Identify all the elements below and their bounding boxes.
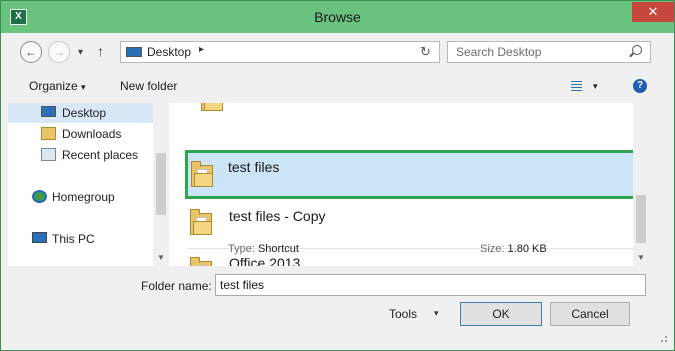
scroll-down-arrow[interactable]: ▼	[633, 252, 649, 264]
address-location[interactable]: Desktop	[147, 45, 191, 59]
file-type-value: Shortcut	[257, 243, 299, 255]
file-list-scroll-thumb[interactable]	[636, 195, 646, 243]
sidebar-item-downloads[interactable]: Downloads	[8, 124, 153, 144]
title-bar[interactable]: X Browse ✕	[1, 1, 674, 33]
forward-button[interactable]: →	[48, 41, 70, 63]
file-name: Office 2013	[229, 255, 301, 266]
views-icon[interactable]	[571, 80, 582, 92]
tools-button[interactable]: Tools	[389, 307, 417, 321]
downloads-icon	[41, 127, 56, 140]
homegroup-icon	[32, 190, 47, 203]
folder-icon	[201, 103, 225, 111]
sidebar-item-label: Downloads	[62, 127, 122, 141]
views-dropdown[interactable]: ▾	[593, 81, 598, 92]
back-button[interactable]: ←	[20, 41, 42, 63]
desktop-icon	[126, 47, 142, 57]
folder-icon	[191, 161, 215, 187]
search-box[interactable]	[447, 41, 651, 63]
this-pc-icon	[32, 232, 47, 243]
file-list-scrollbar[interactable]: ▼	[633, 103, 649, 266]
sidebar-item-recent-places[interactable]: Recent places	[8, 145, 153, 165]
up-button[interactable]: ↑	[97, 44, 104, 58]
organize-button[interactable]: Organize ▾	[29, 79, 86, 93]
sidebar-item-label: Recent places	[62, 148, 139, 162]
help-icon[interactable]: ?	[633, 79, 647, 93]
window-title: Browse	[314, 9, 361, 25]
file-size-value: 1.80 KB	[507, 243, 547, 255]
file-type: Type: Shortcut	[228, 243, 299, 255]
chevron-down-icon: ▾	[81, 82, 86, 92]
address-bar[interactable]: Desktop ▸ ↻	[120, 41, 440, 63]
navigation-pane: Desktop Downloads Recent places Homegrou…	[8, 103, 169, 266]
sidebar-item-label: Desktop	[62, 106, 107, 120]
recent-places-icon	[41, 148, 56, 161]
folder-icon	[190, 209, 214, 235]
sidebar-item-homegroup[interactable]: Homegroup	[8, 187, 153, 207]
sidebar-scrollbar[interactable]: ▼	[153, 103, 169, 266]
sidebar-item-label: Homegroup	[52, 190, 115, 204]
file-name: test files - Copy	[229, 208, 326, 224]
sidebar-item-desktop[interactable]: Desktop	[8, 103, 153, 123]
resize-grip-icon[interactable]	[661, 336, 667, 342]
browse-dialog: X Browse ✕ ← → ▾ ↑ Desktop ▸ ↻ Organize …	[0, 0, 675, 351]
folder-name-input[interactable]	[220, 277, 640, 293]
search-icon[interactable]	[632, 45, 642, 55]
refresh-icon[interactable]: ↻	[420, 44, 431, 60]
list-item[interactable]: test files - Copy	[187, 203, 642, 247]
list-item[interactable]: test files	[185, 150, 644, 199]
folder-name-field[interactable]	[215, 274, 646, 296]
search-input[interactable]	[456, 44, 616, 60]
chevron-down-icon[interactable]: ▾	[434, 308, 439, 319]
file-list: test files test files - Copy ↗ Office 20…	[169, 103, 649, 266]
file-size: Size: 1.80 KB	[480, 243, 547, 255]
ok-button[interactable]: OK	[460, 302, 542, 326]
desktop-icon	[41, 106, 56, 117]
sidebar-scroll-thumb[interactable]	[156, 153, 166, 215]
file-type-label: Type:	[228, 243, 255, 255]
close-button[interactable]: ✕	[632, 2, 674, 22]
sidebar-item-label: This PC	[52, 232, 95, 246]
folder-name-label: Folder name:	[141, 279, 212, 293]
dialog-body: ← → ▾ ↑ Desktop ▸ ↻ Organize ▾ New folde…	[8, 33, 667, 343]
sidebar-item-this-pc[interactable]: This PC	[8, 229, 153, 249]
organize-label: Organize	[29, 79, 78, 93]
cancel-button[interactable]: Cancel	[550, 302, 630, 326]
file-size-label: Size:	[480, 243, 505, 255]
scroll-down-arrow[interactable]: ▼	[153, 252, 169, 264]
recent-locations-dropdown[interactable]: ▾	[78, 46, 83, 60]
shortcut-folder-icon: ↗	[190, 257, 214, 266]
chevron-right-icon[interactable]: ▸	[199, 44, 204, 55]
new-folder-button[interactable]: New folder	[120, 79, 177, 93]
file-name: test files	[228, 159, 280, 175]
